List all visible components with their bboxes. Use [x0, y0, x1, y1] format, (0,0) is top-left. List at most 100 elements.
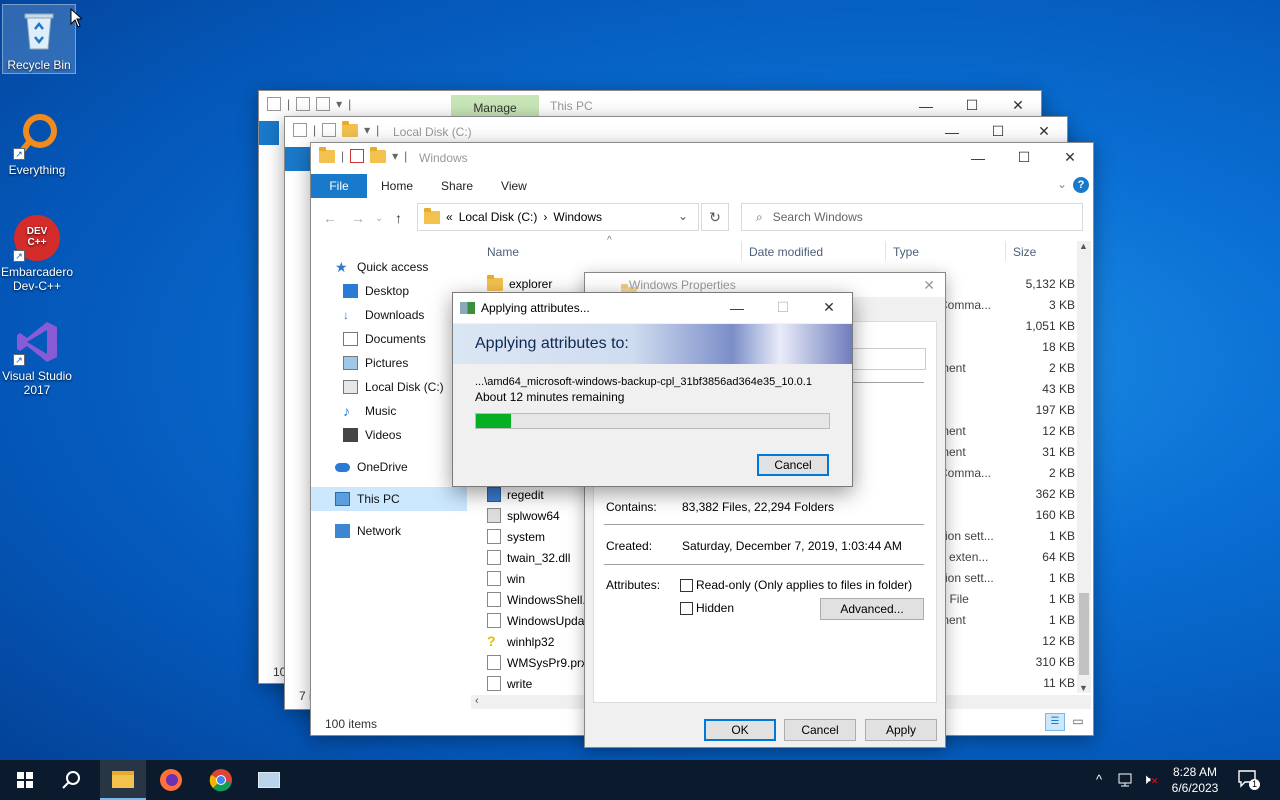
titlebar[interactable]: | ▾ | Windows — ☐ ✕: [311, 143, 1093, 173]
close-icon[interactable]: ✕: [923, 277, 935, 294]
divider: |: [376, 123, 380, 137]
search-input[interactable]: Search Windows: [773, 210, 863, 224]
address-overflow[interactable]: «: [446, 210, 453, 224]
sidebar-item-network[interactable]: Network: [335, 524, 401, 538]
checkbox-icon[interactable]: [680, 602, 693, 616]
list-item[interactable]: win: [487, 571, 525, 586]
file-name: win: [507, 571, 526, 586]
column-header-date[interactable]: Date modified: [749, 245, 823, 259]
minimize-icon[interactable]: —: [714, 293, 760, 322]
close-icon[interactable]: ✕: [806, 293, 852, 322]
list-item[interactable]: ? winhlp32: [487, 634, 554, 649]
volume-muted-icon[interactable]: 🕨✕: [1142, 771, 1158, 788]
maximize-icon[interactable]: ☐: [1001, 143, 1047, 172]
chevron-down-icon[interactable]: ▾: [336, 97, 342, 111]
scroll-down-icon[interactable]: ▼: [1079, 683, 1088, 693]
chevron-down-icon[interactable]: ▾: [392, 149, 398, 163]
new-folder-icon[interactable]: [342, 120, 359, 137]
scroll-up-icon[interactable]: ▲: [1079, 241, 1088, 251]
readonly-checkbox[interactable]: Read-only (Only applies to files in fold…: [680, 578, 912, 593]
list-item[interactable]: WindowsUpda: [487, 613, 584, 628]
expand-ribbon-icon[interactable]: ⌄: [1057, 177, 1067, 191]
taskbar-chrome[interactable]: [198, 760, 244, 800]
sidebar-item-pictures[interactable]: Pictures: [343, 356, 408, 370]
tab-view[interactable]: View: [487, 179, 541, 193]
properties-icon[interactable]: [296, 97, 311, 111]
address-bar[interactable]: « Local Disk (C:) › Windows ⌄: [417, 203, 699, 231]
show-hidden-icons[interactable]: ^: [1096, 772, 1102, 787]
breadcrumb-separator[interactable]: ›: [543, 210, 547, 224]
list-item[interactable]: write: [487, 676, 532, 691]
clock[interactable]: 8:28 AM 6/6/2023: [1166, 764, 1224, 796]
recent-locations-icon[interactable]: ⌄: [375, 213, 383, 224]
new-folder-icon[interactable]: [370, 146, 387, 163]
search-button[interactable]: [48, 760, 94, 800]
apply-button[interactable]: Apply: [865, 719, 937, 741]
cancel-button[interactable]: Cancel: [757, 454, 829, 476]
sidebar-item-desktop[interactable]: Desktop: [343, 284, 409, 298]
applying-attributes-dialog[interactable]: Applying attributes... — ☐ ✕ Applying at…: [452, 292, 853, 487]
breadcrumb-local-disk[interactable]: Local Disk (C:): [459, 210, 538, 224]
details-view-icon[interactable]: ☰: [1045, 713, 1065, 731]
sidebar-item-local-disk[interactable]: Local Disk (C:): [343, 380, 444, 394]
sidebar-item-videos[interactable]: Videos: [343, 428, 401, 442]
tab-file[interactable]: File: [311, 173, 367, 198]
desktop-icon-devcpp[interactable]: DEV C++ ↗ Embarcadero Dev-C++: [0, 214, 74, 293]
list-item[interactable]: splwow64: [487, 508, 560, 523]
desktop-icon-everything[interactable]: ↗ Everything: [0, 112, 74, 177]
search-box[interactable]: ⌕ Search Windows: [741, 203, 1083, 231]
tab-share[interactable]: Share: [427, 179, 487, 193]
back-arrow-icon[interactable]: ←: [323, 210, 337, 226]
ok-button[interactable]: OK: [704, 719, 776, 741]
list-item[interactable]: system: [487, 529, 545, 544]
column-header-type[interactable]: Type: [893, 245, 919, 259]
up-arrow-icon[interactable]: ↑: [395, 210, 402, 226]
file-tab-partial[interactable]: [285, 147, 311, 171]
address-dropdown-icon[interactable]: ⌄: [678, 209, 688, 223]
start-button[interactable]: [2, 760, 48, 800]
minimize-icon[interactable]: —: [955, 143, 1001, 172]
taskbar-firefox[interactable]: [148, 760, 194, 800]
taskbar-file-explorer[interactable]: [100, 760, 146, 800]
checkbox-icon[interactable]: [680, 579, 693, 593]
sidebar-item-documents[interactable]: Documents: [343, 332, 426, 346]
list-item[interactable]: twain_32.dll: [487, 550, 570, 565]
tab-home[interactable]: Home: [367, 179, 427, 193]
network-status-icon[interactable]: [1118, 772, 1136, 791]
cancel-button[interactable]: Cancel: [784, 719, 856, 741]
scroll-left-icon[interactable]: ‹: [475, 695, 479, 707]
forward-arrow-icon[interactable]: →: [351, 210, 365, 226]
list-item[interactable]: WindowsShell.: [487, 592, 586, 607]
properties-icon[interactable]: [350, 149, 365, 163]
advanced-button[interactable]: Advanced...: [820, 598, 924, 620]
desktop-icon-visual-studio[interactable]: ↗ Visual Studio 2017: [0, 318, 74, 397]
properties-icon[interactable]: [322, 123, 337, 137]
scroll-thumb[interactable]: [1079, 593, 1089, 675]
help-icon[interactable]: ?: [1073, 177, 1089, 193]
file-name: splwow64: [507, 508, 560, 523]
file-tab-partial[interactable]: [259, 121, 279, 145]
sidebar-item-this-pc[interactable]: This PC: [335, 492, 400, 506]
column-header-name[interactable]: Name: [487, 245, 519, 259]
applying-titlebar[interactable]: Applying attributes... — ☐ ✕: [453, 293, 852, 323]
chevron-down-icon[interactable]: ▾: [364, 123, 370, 137]
taskbar-control-panel[interactable]: [246, 760, 292, 800]
list-item[interactable]: explorer: [487, 274, 552, 291]
large-icons-view-icon[interactable]: ▭: [1069, 713, 1087, 731]
new-folder-icon[interactable]: [316, 97, 331, 111]
list-item[interactable]: WMSysPr9.prx: [487, 655, 587, 670]
sidebar-item-music[interactable]: ♪ Music: [343, 404, 396, 418]
hidden-checkbox[interactable]: Hidden: [680, 601, 734, 616]
action-center-icon[interactable]: 1: [1238, 770, 1260, 791]
column-header-size[interactable]: Size: [1013, 245, 1036, 259]
vertical-scrollbar[interactable]: ▲ ▼: [1077, 241, 1091, 693]
refresh-button[interactable]: ↻: [701, 203, 729, 231]
close-icon[interactable]: ✕: [1047, 143, 1093, 172]
separator: [604, 564, 924, 565]
list-item[interactable]: regedit: [487, 487, 544, 502]
desktop-icon-recycle-bin[interactable]: Recycle Bin: [2, 4, 76, 74]
sidebar-item-downloads[interactable]: ↓ Downloads: [343, 308, 424, 322]
sidebar-item-onedrive[interactable]: OneDrive: [335, 460, 408, 474]
breadcrumb-windows[interactable]: Windows: [553, 210, 602, 224]
sidebar-item-quick-access[interactable]: ★ Quick access: [335, 260, 428, 274]
